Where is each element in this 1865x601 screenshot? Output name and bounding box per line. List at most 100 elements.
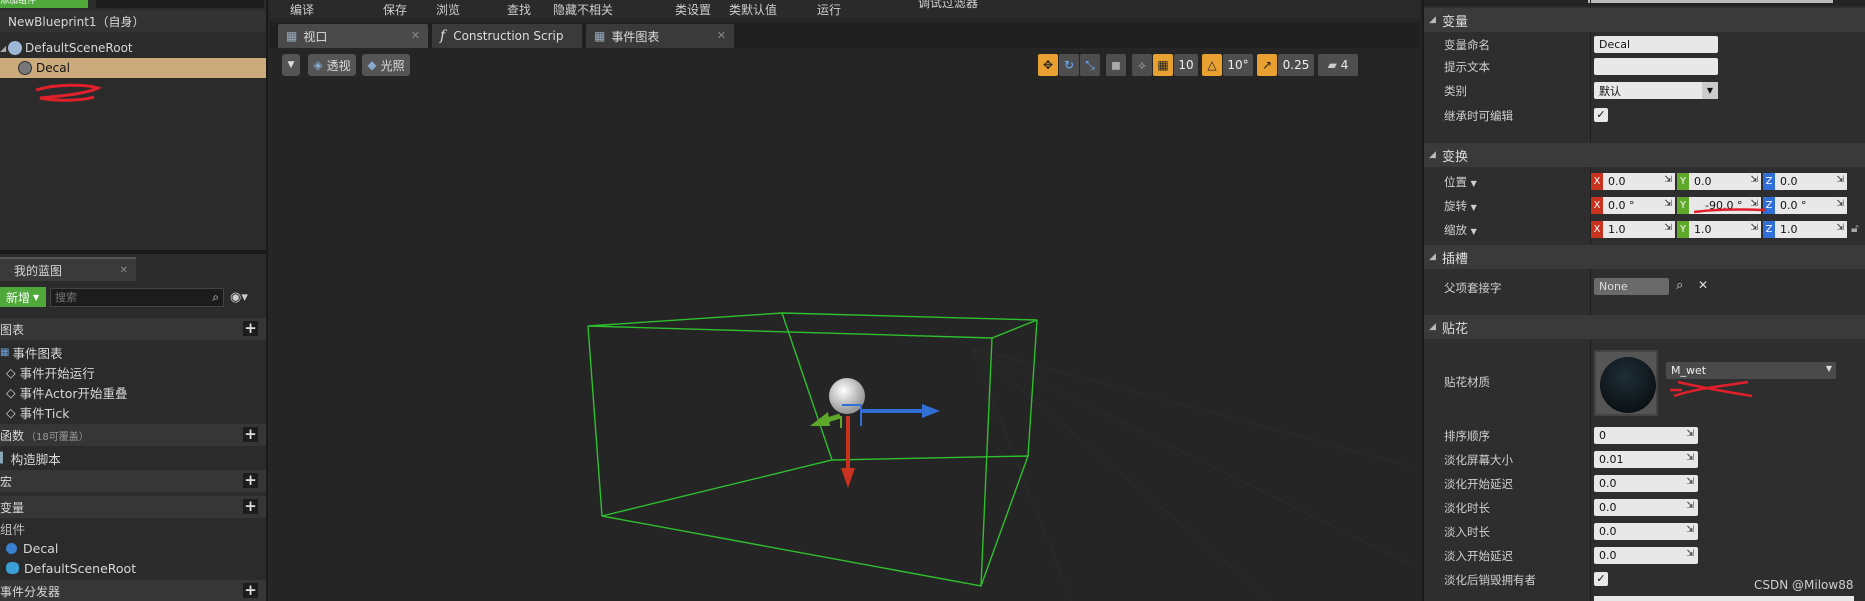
tooltip-input[interactable]: [1594, 58, 1718, 75]
button-label: 透视: [326, 58, 351, 73]
fade-duration-input[interactable]: 0.0 ⇲: [1594, 499, 1698, 516]
perspective-button[interactable]: ◈ 透视: [308, 54, 356, 76]
details-search-input[interactable]: [1588, 0, 1833, 3]
rotation-snap-toggle[interactable]: △: [1202, 54, 1222, 76]
function-item-construction-script[interactable]: ▍ 构造脚本: [0, 448, 266, 468]
variable-name-input[interactable]: Decal: [1594, 36, 1718, 53]
translate-mode-button[interactable]: ✥: [1038, 54, 1058, 76]
world-local-toggle[interactable]: ◼: [1106, 54, 1126, 76]
lock-icon[interactable]: 🔓︎: [1851, 221, 1859, 236]
tab-event-graph[interactable]: ▦ 事件图表 ✕: [586, 24, 734, 48]
tab-construction-script[interactable]: f Construction Scrip: [432, 24, 582, 48]
blueprint-self-row[interactable]: NewBlueprint1（自身）: [0, 10, 266, 32]
section-graphs[interactable]: 图表 +: [0, 318, 266, 340]
tab-my-blueprint[interactable]: 我的蓝图 ✕: [0, 257, 136, 281]
location-y[interactable]: Y 0.0 ⇲: [1677, 173, 1761, 190]
toolbar-class-settings[interactable]: 类设置: [675, 1, 711, 18]
viewport[interactable]: ▼ ◈ 透视 ◆ 光照 ✥ ↻ ⤡ ◼ ⟡ ▦ 10 △ 10° ↗ 0.25 ▰ 4: [272, 48, 1418, 601]
graph-item-event-graph[interactable]: ▦ 事件图表: [0, 342, 266, 362]
close-icon[interactable]: ✕: [120, 265, 128, 276]
toolbar-save[interactable]: 保存: [383, 1, 407, 18]
scale-snap-toggle[interactable]: ↗: [1257, 54, 1277, 76]
variable-item-defaultsceneroot[interactable]: DefaultSceneRoot: [0, 558, 266, 578]
add-graph-button[interactable]: +: [243, 321, 258, 336]
tab-viewport[interactable]: ▦ 视口 ✕: [278, 24, 428, 48]
add-function-button[interactable]: +: [243, 427, 258, 442]
toolbar-browse[interactable]: 浏览: [436, 1, 460, 18]
transform-gizmo[interactable]: [810, 404, 940, 488]
sort-order-input[interactable]: 0 ⇲: [1594, 427, 1698, 444]
value: 0.0: [1694, 175, 1712, 188]
section-macros[interactable]: 宏 +: [0, 470, 266, 492]
component-row-decal[interactable]: Decal: [0, 58, 266, 78]
clear-icon[interactable]: ✕: [1698, 278, 1708, 292]
destroy-owner-checkbox[interactable]: ✓: [1594, 572, 1608, 586]
event-item-begin-play[interactable]: ◇ 事件开始运行: [0, 362, 266, 382]
section-variable[interactable]: ◢ 变量: [1424, 8, 1865, 32]
toolbar-class-defaults[interactable]: 类默认值: [729, 1, 777, 18]
add-component-button[interactable]: 添加组件: [0, 0, 88, 8]
scale-snap-value[interactable]: 0.25: [1278, 54, 1314, 76]
collapse-arrow-icon[interactable]: ◢: [0, 44, 8, 53]
toolbar-find[interactable]: 查找: [507, 1, 531, 18]
fade-screen-size-input[interactable]: 0.01 ⇲: [1594, 451, 1698, 468]
search-input-wrap[interactable]: ⌕: [50, 288, 224, 307]
toolbar-hide-unrelated[interactable]: 隐藏不相关: [553, 1, 613, 18]
camera-speed-button[interactable]: ▰ 4: [1318, 54, 1358, 76]
search-components-input[interactable]: [96, 0, 264, 8]
section-transform[interactable]: ◢ 变换: [1424, 143, 1865, 167]
label-scale[interactable]: 缩放 ▼: [1444, 222, 1477, 238]
search-icon[interactable]: ⌕: [1676, 278, 1683, 293]
section-variables[interactable]: 变量 +: [0, 496, 266, 518]
scale-x[interactable]: X 1.0 ⇲: [1591, 221, 1675, 238]
event-item-tick[interactable]: ◇ 事件Tick: [0, 402, 266, 422]
location-x[interactable]: X 0.0 ⇲: [1591, 173, 1675, 190]
event-item-actor-overlap[interactable]: ◇ 事件Actor开始重叠: [0, 382, 266, 402]
variable-item-decal[interactable]: Decal: [0, 538, 266, 558]
grid-snap-toggle[interactable]: ▦: [1153, 54, 1173, 76]
scale-y[interactable]: Y 1.0 ⇲: [1677, 221, 1761, 238]
eye-icon[interactable]: ◉▾: [230, 290, 248, 305]
add-dispatcher-button[interactable]: +: [243, 583, 258, 598]
add-variable-button[interactable]: +: [243, 499, 258, 514]
toolbar-debug-filter[interactable]: 调试过滤器: [918, 0, 978, 11]
value: 0.0 °: [1780, 199, 1807, 212]
new-button[interactable]: 新增 ▼: [0, 287, 46, 307]
rotation-z[interactable]: Z 0.0 ° ⇲: [1763, 197, 1847, 214]
fade-in-start-delay-input[interactable]: 0.0 ⇲: [1594, 547, 1698, 564]
spin-icon: ⇲: [1750, 175, 1758, 185]
parent-socket-input[interactable]: None: [1594, 278, 1669, 295]
label-rotation[interactable]: 旋转 ▼: [1444, 198, 1477, 214]
viewport-options-button[interactable]: ▼: [282, 54, 300, 76]
close-icon[interactable]: ✕: [411, 29, 420, 42]
material-dropdown[interactable]: M_wet ▼: [1666, 362, 1836, 379]
rotate-mode-button[interactable]: ↻: [1059, 54, 1079, 76]
rotation-snap-value[interactable]: 10°: [1223, 54, 1253, 76]
material-thumbnail[interactable]: [1594, 350, 1658, 416]
components-category[interactable]: 组件: [0, 518, 266, 538]
lit-button[interactable]: ◆ 光照: [362, 54, 410, 76]
label-location[interactable]: 位置 ▼: [1444, 174, 1477, 190]
fade-in-duration-input[interactable]: 0.0 ⇲: [1594, 523, 1698, 540]
location-z[interactable]: Z 0.0 ⇲: [1763, 173, 1847, 190]
section-event-dispatchers[interactable]: 事件分发器 +: [0, 580, 266, 601]
component-label: DefaultSceneRoot: [25, 41, 133, 55]
toolbar-play[interactable]: 运行: [817, 1, 841, 18]
scale-z[interactable]: Z 1.0 ⇲: [1763, 221, 1847, 238]
search-input[interactable]: [51, 289, 201, 306]
surface-snap-button[interactable]: ⟡: [1132, 54, 1152, 76]
close-icon[interactable]: ✕: [717, 29, 726, 42]
editable-checkbox[interactable]: ✓: [1594, 108, 1608, 122]
category-dropdown[interactable]: 默认 ▼: [1594, 82, 1718, 99]
section-sockets[interactable]: ◢ 插槽: [1424, 245, 1865, 269]
component-row-defaultsceneroot[interactable]: ◢ DefaultSceneRoot: [0, 38, 266, 58]
add-macro-button[interactable]: +: [243, 473, 258, 488]
toolbar-compile[interactable]: 编译: [290, 1, 314, 18]
section-decal[interactable]: ◢ 贴花: [1424, 315, 1865, 339]
section-functions[interactable]: 函数 （18可覆盖） +: [0, 424, 266, 446]
grid-snap-value[interactable]: 10: [1174, 54, 1198, 76]
scale-mode-button[interactable]: ⤡: [1080, 54, 1100, 76]
section-label: 事件分发器: [0, 584, 61, 599]
rotation-x[interactable]: X 0.0 ° ⇲: [1591, 197, 1675, 214]
fade-start-delay-input[interactable]: 0.0 ⇲: [1594, 475, 1698, 492]
